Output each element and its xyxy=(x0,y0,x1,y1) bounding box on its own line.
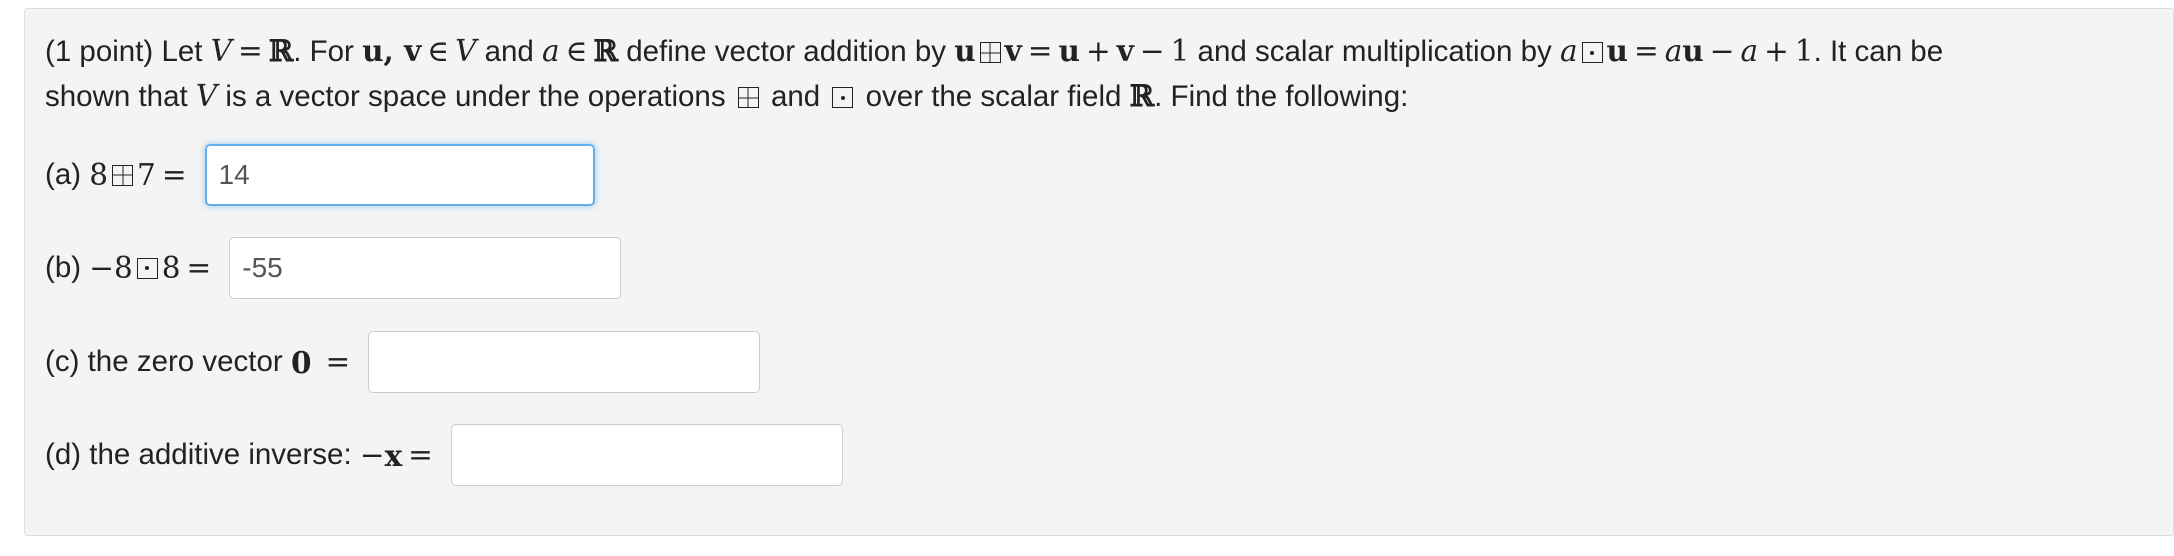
text-let: Let xyxy=(161,35,203,68)
question-a-right: 7 xyxy=(137,158,156,192)
question-a-letter: (a) xyxy=(45,158,82,191)
question-a-label: (a) 8 7 = xyxy=(45,158,193,192)
text-itcan: . It can be xyxy=(1813,35,1944,68)
inverse-vector-symbol: x xyxy=(384,437,403,473)
math-a3: a xyxy=(1664,34,1683,68)
question-b: (b) −8 8 = xyxy=(45,237,622,299)
problem-content: (1 point) Let V = ℝ. For u, v ∈ V and a ∈ ℝ de… xyxy=(45,29,2153,486)
math-a4: a xyxy=(1740,34,1759,68)
boxdot-operator-icon xyxy=(1581,42,1603,63)
math-eq-c: = xyxy=(325,345,351,379)
question-d-text: the additive inverse: xyxy=(89,438,352,471)
boxplus-operator-icon xyxy=(112,164,134,186)
math-u4: u xyxy=(1682,33,1704,68)
problem-statement: (1 point) Let V = ℝ. For u, v ∈ V and a ∈ ℝ de… xyxy=(45,29,2153,74)
math-eq-b: = xyxy=(186,251,212,285)
math-u3: u xyxy=(1606,33,1628,68)
math-eq-d: = xyxy=(408,438,433,472)
math-V: V xyxy=(210,34,232,68)
text-scalar: and scalar multiplication by xyxy=(1197,35,1552,68)
question-a: (a) 8 7 = xyxy=(45,144,595,206)
boxplus-operator-icon xyxy=(737,87,759,108)
math-v: v xyxy=(1004,33,1022,68)
math-minus: − xyxy=(1139,34,1165,68)
question-b-right: 8 xyxy=(161,251,181,285)
math-neg: − xyxy=(359,438,385,472)
math-R2: ℝ xyxy=(593,33,618,68)
math-uv: u, v xyxy=(362,33,422,68)
zero-vector-symbol: 0 xyxy=(290,344,312,380)
boxplus-operator-icon xyxy=(979,42,1001,63)
text-and: and xyxy=(484,35,534,68)
points-label: (1 point) xyxy=(45,35,154,68)
math-eq2: = xyxy=(1027,34,1053,68)
math-u: u xyxy=(954,33,976,68)
text-find: . Find the following: xyxy=(1154,80,1409,113)
math-a2: a xyxy=(1559,34,1578,68)
math-eq: = xyxy=(237,34,263,68)
math-V2: V xyxy=(455,34,477,68)
math-plus2: + xyxy=(1764,34,1789,68)
math-V3: V xyxy=(195,79,218,113)
question-c: (c) the zero vector 0 = xyxy=(45,331,761,393)
math-plus: + xyxy=(1085,34,1111,68)
math-eq3: = xyxy=(1633,34,1659,68)
problem-statement-line2: shown that V is a vector space under the… xyxy=(45,74,2153,119)
question-c-letter: (c) xyxy=(45,345,80,378)
answer-b-input[interactable] xyxy=(229,237,622,299)
answer-c-input[interactable] xyxy=(368,331,761,393)
question-b-left: −8 xyxy=(89,251,133,285)
question-b-label: (b) −8 8 = xyxy=(45,251,217,285)
text-and2: and xyxy=(770,80,821,113)
math-R: ℝ xyxy=(268,33,294,68)
question-d-label: (d) the additive inverse: − x = xyxy=(45,438,439,473)
math-minus2: − xyxy=(1709,34,1735,68)
boxdot-operator-icon xyxy=(136,257,158,279)
answer-d-input[interactable] xyxy=(450,424,843,486)
math-one: 1 xyxy=(1170,34,1190,68)
question-a-left: 8 xyxy=(89,158,109,192)
question-b-letter: (b) xyxy=(45,251,82,284)
text-define: define vector addition by xyxy=(626,35,946,68)
math-v2: v xyxy=(1116,33,1134,68)
math-in: ∈ xyxy=(427,34,450,68)
math-in2: ∈ xyxy=(565,34,588,68)
answer-a-input[interactable] xyxy=(204,144,595,206)
text-isvs: is a vector space under the operations xyxy=(225,80,726,113)
math-R3: ℝ xyxy=(1129,78,1155,113)
math-u2: u xyxy=(1058,33,1080,68)
boxdot-operator-icon xyxy=(832,87,854,108)
question-c-label: (c) the zero vector 0 = xyxy=(45,345,356,380)
question-c-text: the zero vector xyxy=(87,345,283,378)
problem-panel: (1 point) Let V = ℝ. For u, v ∈ V and a ∈ ℝ de… xyxy=(24,8,2174,536)
question-d-letter: (d) xyxy=(45,438,82,471)
text-shown: shown that xyxy=(45,80,188,113)
math-eq-a: = xyxy=(161,158,187,192)
math-a: a xyxy=(542,34,560,68)
math-one2: 1 xyxy=(1794,34,1814,68)
question-d: (d) the additive inverse: − x = xyxy=(45,424,843,486)
text-for: . For xyxy=(293,35,354,68)
text-over: over the scalar field xyxy=(865,80,1122,113)
